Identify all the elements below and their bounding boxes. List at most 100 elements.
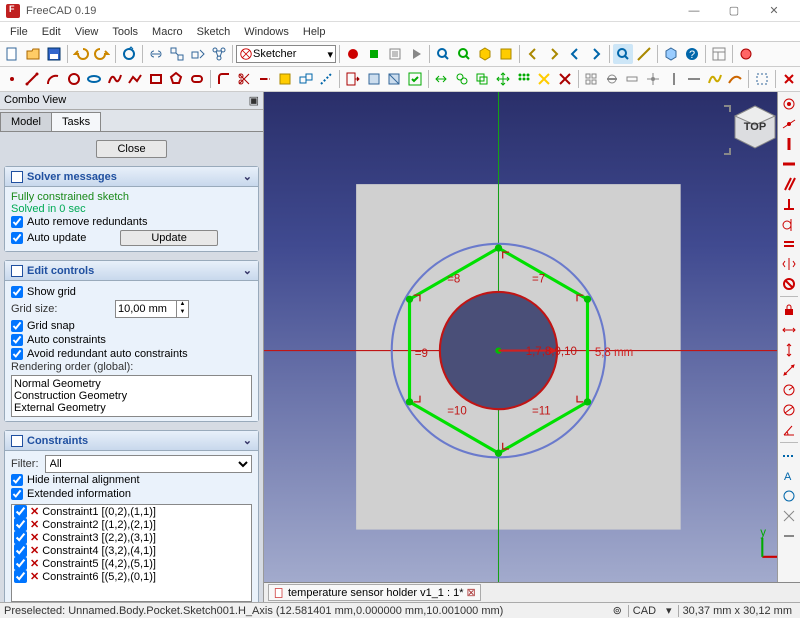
select-mode-icon[interactable]	[613, 44, 633, 64]
select-vaxis-icon[interactable]	[664, 69, 684, 89]
constrain-horizontal-icon[interactable]	[779, 154, 799, 173]
array-icon[interactable]	[514, 69, 534, 89]
view-section-icon[interactable]	[384, 69, 404, 89]
list-item[interactable]: Construction Geometry	[14, 390, 249, 402]
constrain-block-icon[interactable]	[779, 274, 799, 293]
sketch-construction-icon[interactable]	[317, 69, 337, 89]
save-file-icon[interactable]	[44, 44, 64, 64]
refresh-icon[interactable]	[119, 44, 139, 64]
sketch-conic-icon[interactable]	[84, 69, 104, 89]
constrain-tangent-icon[interactable]	[779, 214, 799, 233]
new-file-icon[interactable]	[2, 44, 22, 64]
select-elements-icon[interactable]	[623, 69, 643, 89]
constrain-angle-icon[interactable]	[779, 420, 799, 439]
tab-tasks[interactable]: Tasks	[51, 112, 101, 131]
list-item[interactable]: Normal Geometry	[14, 378, 249, 390]
select-conflict-icon[interactable]	[582, 69, 602, 89]
view-sketch-icon[interactable]	[364, 69, 384, 89]
macro-stop-icon[interactable]	[364, 44, 384, 64]
nav-style-icon[interactable]: ⊚	[613, 604, 622, 617]
sketch-bspline-icon[interactable]	[105, 69, 125, 89]
virtual-space-icon[interactable]	[752, 69, 772, 89]
snell-icon[interactable]	[779, 486, 799, 505]
sketch-polyline-icon[interactable]	[125, 69, 145, 89]
bspline-poly-icon[interactable]	[726, 69, 746, 89]
undo-icon[interactable]	[71, 44, 91, 64]
constrain-equal-icon[interactable]	[779, 234, 799, 253]
show-grid-checkbox[interactable]: Show grid	[11, 285, 252, 299]
select-redundant-icon[interactable]	[602, 69, 622, 89]
measure-icon[interactable]	[634, 44, 654, 64]
constraint-item[interactable]: ✕Constraint5 [(4,2),(5,1)]	[12, 557, 251, 570]
edit-controls-header[interactable]: Edit controls ⌄	[5, 261, 258, 281]
move-icon[interactable]	[493, 69, 513, 89]
close-button[interactable]: ✕	[754, 1, 794, 21]
constrain-perpendicular-icon[interactable]	[779, 194, 799, 213]
view-iso-icon[interactable]	[475, 44, 495, 64]
sketch-external-icon[interactable]	[276, 69, 296, 89]
link-import-icon[interactable]	[188, 44, 208, 64]
constraint-item[interactable]: ✕Constraint3 [(2,2),(3,1)]	[12, 531, 251, 544]
filter-select[interactable]: All	[45, 455, 253, 473]
link-all-icon[interactable]	[209, 44, 229, 64]
link-icon[interactable]	[146, 44, 166, 64]
hide-internal-checkbox[interactable]: Hide internal alignment	[11, 473, 252, 487]
constrain-vertical-icon[interactable]	[779, 134, 799, 153]
toggle-active-icon[interactable]: A	[779, 466, 799, 485]
select-origin-icon[interactable]	[643, 69, 663, 89]
chevron-down-icon[interactable]: ▾	[666, 604, 672, 617]
constrain-parallel-icon[interactable]	[779, 174, 799, 193]
macro-list-icon[interactable]	[385, 44, 405, 64]
auto-remove-checkbox[interactable]: Auto remove redundants	[11, 215, 252, 229]
constraint-item[interactable]: ✕Constraint2 [(1,2),(2,1)]	[12, 518, 251, 531]
solver-header[interactable]: Solver messages ⌄	[5, 167, 258, 187]
view-fit-icon[interactable]	[433, 44, 453, 64]
constrain-hdist-icon[interactable]	[779, 320, 799, 339]
constrain-vdist-icon[interactable]	[779, 340, 799, 359]
maximize-button[interactable]: ▢	[714, 1, 754, 21]
menu-windows[interactable]: Windows	[238, 24, 295, 40]
sketch-carbon-icon[interactable]	[296, 69, 316, 89]
avoid-redundant-checkbox[interactable]: Avoid redundant auto constraints	[11, 347, 252, 361]
sketch-extend-icon[interactable]	[255, 69, 275, 89]
sketch-canvas[interactable]: 5,8 mm =8 =7 =9 =10 =11 1,7,8,9,10 x y	[264, 92, 800, 602]
delete-constraints-icon[interactable]	[534, 69, 554, 89]
symmetry-icon[interactable]	[432, 69, 452, 89]
minimize-button[interactable]: —	[674, 1, 714, 21]
grid-size-input[interactable]: ▲▼	[115, 300, 189, 318]
constrain-diameter-icon[interactable]	[779, 400, 799, 419]
redo-icon[interactable]	[92, 44, 112, 64]
nav-link-back-icon[interactable]	[565, 44, 585, 64]
toggle-reference-icon[interactable]	[779, 446, 799, 465]
sketch-trim-icon[interactable]	[234, 69, 254, 89]
copy-icon[interactable]	[473, 69, 493, 89]
auto-update-checkbox[interactable]: Auto update	[11, 231, 86, 245]
window-layout-icon[interactable]	[709, 44, 729, 64]
leave-sketch-icon[interactable]	[343, 69, 363, 89]
workbench-selector[interactable]: Sketcher ▾	[236, 45, 336, 63]
view-fit-selection-icon[interactable]	[454, 44, 474, 64]
sketch-point-icon[interactable]	[2, 69, 22, 89]
render-order-list[interactable]: Normal Geometry Construction Geometry Ex…	[11, 375, 252, 417]
bspline-degree-icon[interactable]	[705, 69, 725, 89]
constrain-radius-icon[interactable]	[779, 380, 799, 399]
menu-view[interactable]: View	[69, 24, 105, 40]
delete-geometry-icon[interactable]	[555, 69, 575, 89]
3d-viewport[interactable]: 5,8 mm =8 =7 =9 =10 =11 1,7,8,9,10 x y	[264, 92, 800, 602]
document-tab[interactable]: temperature sensor holder v1_1 : 1* ⊠	[268, 584, 481, 601]
close-tab-icon[interactable]: ⊠	[467, 586, 476, 599]
sketch-fillet-icon[interactable]	[214, 69, 234, 89]
update-button[interactable]: Update	[120, 230, 217, 246]
constrain-weight-icon[interactable]	[779, 526, 799, 545]
macro-record-icon[interactable]	[343, 44, 363, 64]
sketch-arc-icon[interactable]	[43, 69, 63, 89]
select-haxis-icon[interactable]	[684, 69, 704, 89]
constrain-coincident-icon[interactable]	[779, 94, 799, 113]
validate-sketch-icon[interactable]	[405, 69, 425, 89]
list-item[interactable]: External Geometry	[14, 402, 249, 414]
constrain-dist-icon[interactable]	[779, 360, 799, 379]
constraints-header[interactable]: Constraints ⌄	[5, 431, 258, 451]
constrain-symmetric-icon[interactable]	[779, 254, 799, 273]
spin-up-icon[interactable]: ▲	[176, 301, 188, 309]
sketch-circle-icon[interactable]	[64, 69, 84, 89]
